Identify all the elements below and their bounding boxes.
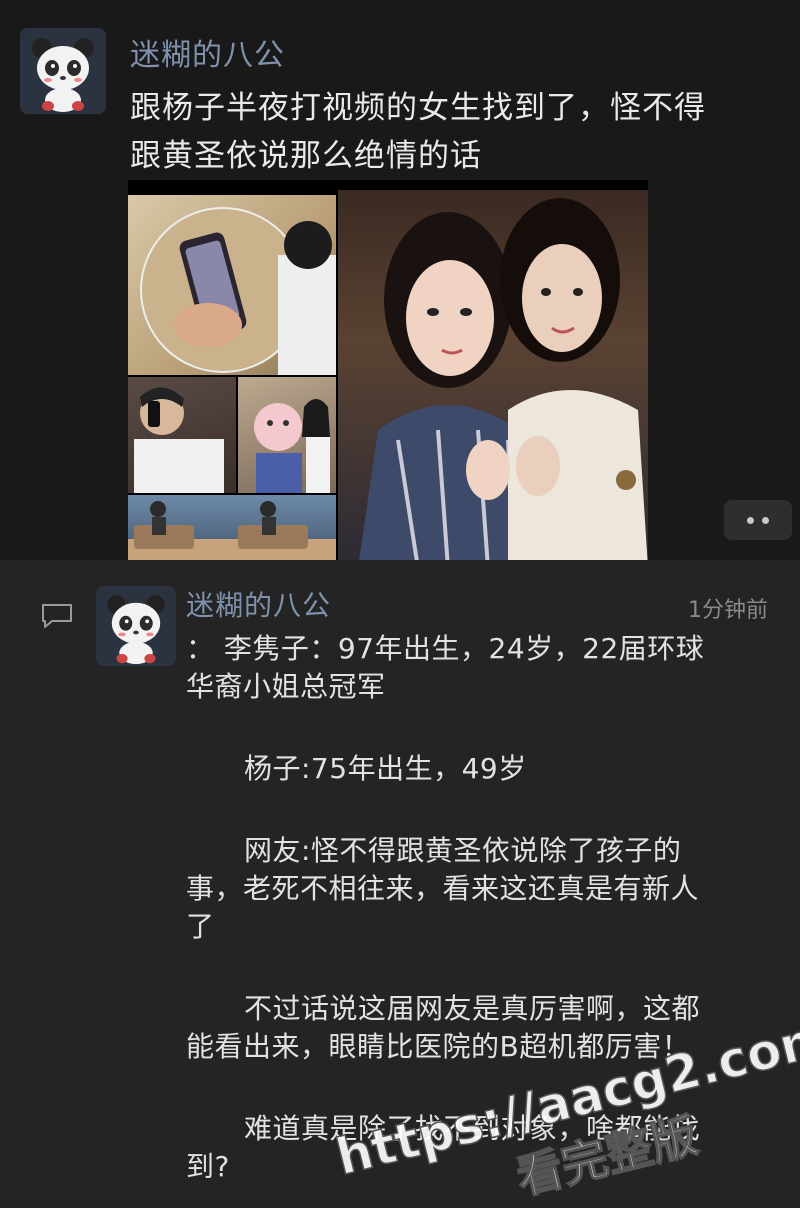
comment-line: 不过话说这届网友是真厉害啊，这都: [244, 992, 701, 1025]
comment-line: 杨子:75年出生，49岁: [244, 752, 527, 785]
moment-post: 迷糊的八公 跟杨子半夜打视频的女生找到了，怪不得 跟黄圣依说那么绝情的话: [0, 0, 800, 570]
comment-line: 网友:怪不得跟黄圣依说除了孩子的: [244, 834, 682, 867]
comment-line: 事，老死不相往来，看来这还真是有新人: [186, 872, 700, 905]
post-text-line: 跟黄圣依说那么绝情的话: [130, 138, 482, 174]
photo-restaurant-scene: [128, 495, 336, 568]
panda-avatar-icon: [20, 28, 106, 114]
author-avatar[interactable]: [20, 28, 106, 114]
more-dots-icon: [747, 516, 754, 524]
more-options-button[interactable]: [724, 500, 792, 540]
comment-line: 能看出来，眼睛比医院的B超机都厉害！: [186, 1030, 691, 1063]
photo-couple-sticker: [238, 377, 336, 493]
panda-avatar-icon: [96, 586, 176, 666]
more-dots-icon: [762, 516, 769, 524]
comment-icon: [42, 604, 72, 628]
comment-line: 华裔小姐总冠军: [186, 670, 386, 703]
comment-line: 难道真是除了找不到对象，啥都能找: [244, 1112, 701, 1145]
comment-timestamp: 1分钟前: [688, 598, 768, 623]
comment-line: 到?: [186, 1150, 230, 1183]
comment-line: ： 李隽子：97年出生，24岁，22届环球: [186, 632, 705, 665]
comment-line: 了: [186, 910, 215, 943]
post-text: 跟杨子半夜打视频的女生找到了，怪不得 跟黄圣依说那么绝情的话: [130, 84, 790, 180]
photo-two-women: [338, 190, 648, 568]
post-text-line: 跟杨子半夜打视频的女生找到了，怪不得: [130, 90, 706, 126]
photo-man-on-phone: [128, 377, 236, 493]
comment-author-avatar[interactable]: [96, 586, 176, 666]
comment-author-name[interactable]: 迷糊的八公: [186, 584, 331, 624]
post-author-name[interactable]: 迷糊的八公: [130, 30, 285, 74]
photo-phone-closeup: [128, 195, 336, 375]
comments-section: 迷糊的八公 1分钟前 ： 李隽子：97年出生，24岁，22届环球 华裔小姐总冠军…: [0, 560, 800, 1208]
comment-body: ： 李隽子：97年出生，24岁，22届环球 华裔小姐总冠军 杨子:75年出生，4…: [186, 630, 786, 1186]
post-photo-collage[interactable]: [128, 180, 648, 568]
